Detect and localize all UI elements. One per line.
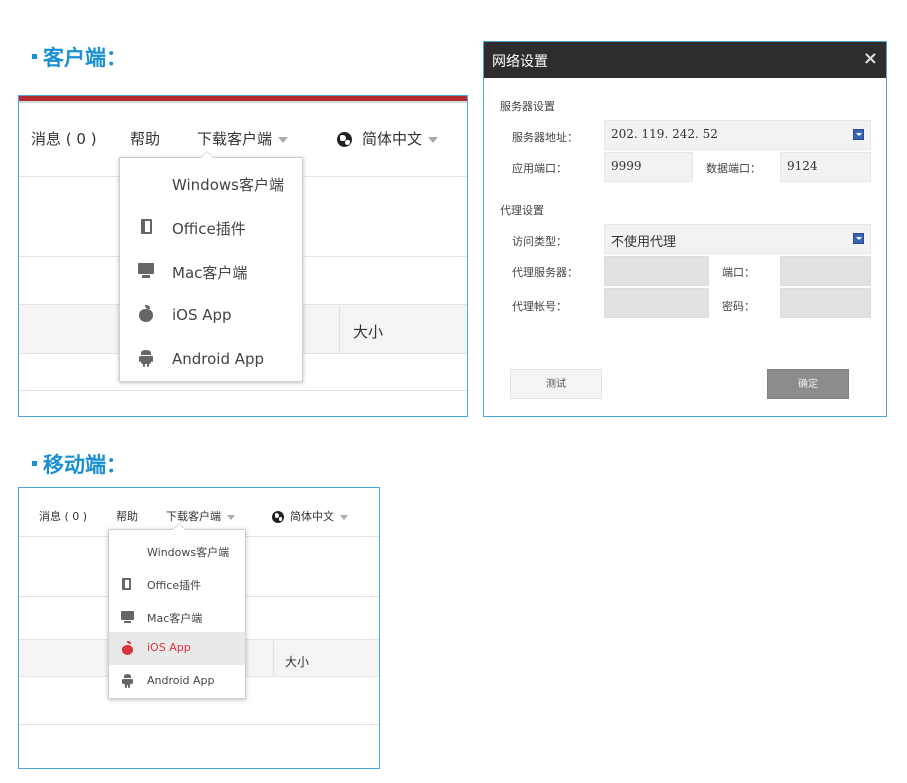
download-client-label: 下载客户端 (166, 510, 221, 523)
download-client-menu[interactable]: 下载客户端 (197, 128, 289, 149)
messages-link[interactable]: 消息 ( 0 ) (31, 128, 97, 149)
language-menu[interactable]: 简体中文 (337, 128, 439, 149)
dropdown-item-label: iOS App (147, 641, 191, 654)
dropdown-item-android[interactable]: Android App (109, 666, 245, 696)
dropdown-item-windows[interactable]: Windows客户端 (109, 536, 245, 566)
bullet-dot (32, 460, 37, 466)
row-divider (19, 724, 379, 725)
globe-icon (337, 132, 352, 147)
chevron-down-icon (227, 514, 235, 520)
server-address-select[interactable]: 202. 119. 242. 52 (604, 120, 871, 150)
dropdown-item-label: Android App (147, 674, 215, 687)
language-menu[interactable]: 简体中文 (272, 508, 348, 524)
windows-icon (121, 546, 132, 557)
download-client-label: 下载客户端 (197, 130, 273, 148)
network-settings-dialog: 网络设置 × 服务器设置 服务器地址： 202. 119. 242. 52 应用… (483, 41, 887, 417)
dropdown-item-office[interactable]: Office插件 (120, 215, 302, 245)
proxy-settings-heading: 代理设置 (500, 204, 544, 217)
password-label: 密码： (722, 300, 755, 313)
dropdown-item-label: Mac客户端 (172, 264, 248, 282)
proxy-server-label: 代理服务器： (512, 266, 578, 279)
download-dropdown-menu: Windows客户端 Office插件 Mac客户端 iOS App Andro… (108, 523, 246, 699)
mobile-section-title-text: 移动端： (43, 453, 127, 477)
office-icon (122, 578, 131, 590)
chevron-down-icon (278, 136, 289, 143)
column-divider (273, 641, 274, 676)
dropdown-item-windows[interactable]: Windows客户端 (120, 171, 302, 201)
password-input[interactable] (780, 288, 871, 318)
chevron-down-icon (340, 514, 348, 520)
client-section-title-text: 客户端： (43, 46, 127, 70)
dropdown-item-mac[interactable]: Mac客户端 (120, 259, 302, 289)
server-settings-heading: 服务器设置 (500, 100, 555, 113)
dropdown-item-label: iOS App (172, 306, 232, 324)
close-icon[interactable]: × (863, 48, 878, 69)
dropdown-item-office[interactable]: Office插件 (109, 569, 245, 599)
dropdown-item-label: Office插件 (172, 220, 246, 238)
app-port-value: 9999 (611, 159, 642, 173)
app-port-label: 应用端口： (512, 162, 567, 175)
size-column-header: 大小 (285, 655, 310, 669)
download-client-menu[interactable]: 下载客户端 (166, 508, 235, 524)
language-label: 简体中文 (362, 130, 423, 148)
ok-button[interactable]: 确定 (767, 369, 849, 399)
dropdown-item-label: Office插件 (147, 579, 202, 592)
apple-icon (139, 305, 153, 322)
column-divider (339, 306, 340, 353)
help-link[interactable]: 帮助 (130, 128, 160, 149)
bullet-dot (32, 53, 37, 59)
row-divider (19, 390, 467, 391)
proxy-account-label: 代理帐号： (512, 300, 567, 313)
access-type-label: 访问类型： (512, 235, 567, 248)
header-shadow (19, 101, 467, 103)
dialog-title: 网络设置 (492, 54, 548, 70)
dropdown-item-label: Android App (172, 350, 265, 368)
globe-icon (272, 511, 284, 523)
windows-icon (139, 175, 154, 190)
mobile-screenshot-panel: 消息 ( 0 ) 帮助 下载客户端 简体中文 大小 Windows客户端 Off… (18, 487, 380, 769)
chevron-down-icon[interactable] (853, 233, 864, 244)
access-type-select[interactable]: 不使用代理 (604, 224, 871, 254)
dropdown-item-label: Windows客户端 (172, 176, 284, 194)
dropdown-item-label: Mac客户端 (147, 612, 203, 625)
mobile-section-title: 移动端： (32, 449, 127, 479)
client-screenshot-panel: 消息 ( 0 ) 帮助 下载客户端 简体中文 大小 .dropdown.big:… (18, 95, 468, 417)
messages-link[interactable]: 消息 ( 0 ) (39, 508, 87, 524)
apple-icon (122, 641, 133, 655)
dropdown-item-android[interactable]: Android App (120, 347, 302, 377)
proxy-port-input[interactable] (780, 256, 871, 286)
data-port-input[interactable]: 9124 (780, 152, 871, 182)
download-dropdown-menu: .dropdown.big::before{left:80px}.dropdow… (119, 151, 303, 382)
size-column-header: 大小 (353, 323, 384, 341)
office-icon (141, 219, 152, 234)
proxy-account-input[interactable] (604, 288, 709, 318)
dropdown-item-mac[interactable]: Mac客户端 (109, 602, 245, 632)
dialog-header: 网络设置 × (484, 42, 886, 78)
dropdown-item-ios[interactable]: iOS App (120, 303, 302, 333)
monitor-icon (138, 263, 154, 279)
dropdown-item-label: Windows客户端 (147, 546, 230, 559)
data-port-label: 数据端口： (706, 162, 761, 175)
android-icon (122, 674, 133, 688)
chevron-down-icon (428, 136, 439, 143)
access-type-value: 不使用代理 (611, 235, 677, 250)
client-section-title: 客户端： (32, 42, 127, 72)
server-address-value: 202. 119. 242. 52 (611, 127, 718, 141)
help-link[interactable]: 帮助 (116, 508, 138, 524)
language-label: 简体中文 (290, 510, 334, 523)
chevron-down-icon[interactable] (853, 129, 864, 140)
server-address-label: 服务器地址： (512, 131, 578, 144)
dropdown-item-ios-active[interactable]: iOS App (109, 632, 245, 665)
data-port-value: 9124 (787, 159, 818, 173)
test-button[interactable]: 测试 (510, 369, 602, 399)
proxy-port-label: 端口： (722, 266, 755, 279)
app-port-input[interactable]: 9999 (604, 152, 693, 182)
android-icon (139, 350, 153, 367)
monitor-icon (121, 611, 134, 624)
proxy-server-input[interactable] (604, 256, 709, 286)
